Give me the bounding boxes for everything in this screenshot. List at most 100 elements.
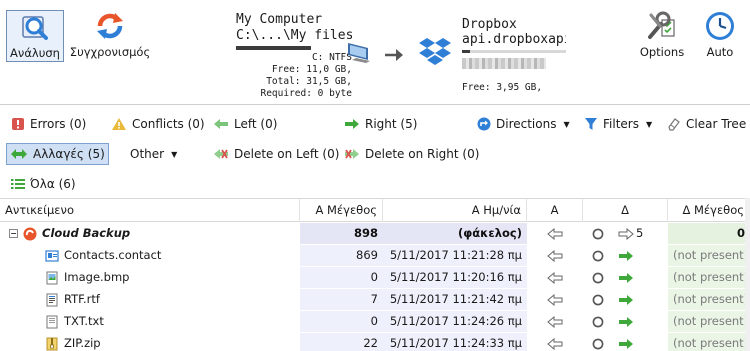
header-left-action[interactable]: Α [527,199,583,222]
file-name-cell: TXT.txt [0,311,300,332]
file-left-action[interactable] [527,311,583,332]
folder-size: 898 [300,223,383,244]
header-left-date[interactable]: Α Ημ/νία [383,199,527,222]
dropbox-icon [419,38,451,65]
error-icon [12,118,24,130]
directions-icon [477,117,491,131]
directions-dropdown[interactable]: Directions ▼ [474,113,573,135]
file-left-action[interactable] [527,267,583,288]
right-disk-usage-bar [462,50,566,53]
list-icon [11,179,25,189]
clear-tree-label: Clear Tree [686,117,747,131]
file-right-size: (not present) [668,267,750,288]
left-filter-label: Left (0) [234,117,278,131]
options-icon [648,11,675,39]
circle-icon [592,250,604,261]
right-filter[interactable]: Right (5) [341,113,420,135]
file-left-date: 5/11/2017 11:21:42 πμ [383,289,527,310]
arrow-left-green-icon [214,119,228,129]
arrow-left-outline-icon [547,227,563,240]
file-right-size: (not present) [668,245,750,266]
arrow-left-outline-icon [547,337,563,350]
warning-icon [112,118,126,130]
file-right-action[interactable] [613,333,668,351]
arrow-left-outline-icon [547,315,563,328]
file-skip-action[interactable] [583,267,613,288]
computer-icon [348,43,370,63]
file-right-action[interactable] [613,245,668,266]
file-right-action[interactable] [613,289,668,310]
other-dropdown[interactable]: Other ▼ [127,143,180,165]
delete-left-filter[interactable]: Delete on Left (0) [210,143,342,165]
file-skip-action[interactable] [583,333,613,351]
circle-icon [592,316,604,327]
rtf-file-icon [45,293,59,307]
arrow-left-outline-icon [547,271,563,284]
table-row[interactable]: TXT.txt 0 5/11/2017 11:24:26 πμ (not presen… [0,311,750,332]
file-skip-action[interactable] [583,289,613,310]
chevron-down-icon: ▼ [563,119,570,129]
file-left-action[interactable] [527,245,583,266]
folder-skip-action[interactable] [583,223,613,244]
options-button[interactable]: Options [636,10,688,59]
arrows-both-green-icon [11,149,27,159]
changes-filter[interactable]: Αλλαγές (5) [6,143,109,165]
toolbar-divider [0,104,750,105]
left-required: Required: 0 byte [260,88,352,99]
table-row[interactable]: ZIP.zip 22 5/11/2017 11:24:33 πμ (not prese… [0,333,750,351]
arrow-right-green-icon [619,294,633,305]
left-filter[interactable]: Left (0) [210,113,280,135]
file-skip-action[interactable] [583,245,613,266]
delete-right-filter[interactable]: Delete on Right (0) [341,143,482,165]
errors-filter[interactable]: Errors (0) [8,113,89,135]
left-endpoint-name[interactable]: My Computer [236,12,352,27]
folder-right-action[interactable]: 5 [613,223,668,244]
other-label: Other [130,147,165,161]
file-right-size: (not present) [668,289,750,310]
header-right-size[interactable]: Δ Μέγεθος [668,199,750,222]
sync-button[interactable]: Συγχρονισμός [70,10,150,59]
right-endpoint-path[interactable]: api.dropboxapi.c [462,32,566,47]
delete-left-icon [214,149,228,159]
auto-button[interactable]: Auto [700,10,740,59]
left-endpoint-stats: C: NTFS Free: 11,0 GB, Total: 31,5 GB, R… [236,52,352,100]
left-free: Free: 11,0 GB, [271,64,352,75]
vertical-scrollbar[interactable] [745,198,750,351]
left-endpoint-path[interactable]: C:\...\My files [236,28,352,43]
all-filter[interactable]: Όλα (6) [8,173,79,195]
header-right-action[interactable]: Δ [583,199,668,222]
file-left-action[interactable] [527,289,583,310]
left-fs: C: NTFS [311,52,352,63]
file-right-action[interactable] [613,311,668,332]
clock-icon [706,12,734,40]
file-left-size: 22 [300,333,383,351]
conflicts-filter[interactable]: Conflicts (0) [108,113,208,135]
table-row[interactable]: RTF.rtf 7 5/11/2017 11:21:42 πμ (not presen… [0,289,750,310]
filter-bar-secondary: Αλλαγές (5) Other ▼ Delete on Left (0) D… [0,140,750,168]
folder-left-action[interactable] [527,223,583,244]
file-name: TXT.txt [64,314,104,328]
arrow-left-outline-icon [547,293,563,306]
right-endpoint-name[interactable]: Dropbox [462,17,566,32]
right-endpoint-stats: Free: 3,95 GB, [462,82,542,94]
clear-tree-button[interactable]: Clear Tree [664,113,749,135]
filters-dropdown[interactable]: Filters ▼ [581,113,655,135]
left-disk-usage-bar [236,46,352,50]
comparison-table: Αντικείμενο Α Μέγεθος Α Ημ/νία Α Δ Δ Μέγ… [0,198,750,351]
folder-date: (φάκελος) [383,223,527,244]
conflicts-filter-label: Conflicts (0) [132,117,205,131]
file-name-cell: Image.bmp [0,267,300,288]
table-row[interactable]: Image.bmp 0 5/11/2017 11:20:16 πμ (not pres… [0,267,750,288]
analyze-button[interactable]: Ανάλυση [6,10,64,62]
header-name[interactable]: Αντικείμενο [0,199,300,222]
folder-change-count: 5 [636,226,644,240]
table-row-folder[interactable]: − Cloud Backup 898 (φάκελος) 5 0 [0,223,750,244]
file-skip-action[interactable] [583,311,613,332]
collapse-toggle-icon[interactable]: − [9,229,18,238]
table-row[interactable]: Contacts.contact 869 5/11/2017 11:21:28 πμ… [0,245,750,266]
header-left-size[interactable]: Α Μέγεθος [300,199,383,222]
file-left-action[interactable] [527,333,583,351]
file-left-date: 5/11/2017 11:20:16 πμ [383,267,527,288]
toolbar: Ανάλυση Συγχρονισμός My Computer C:\...\… [0,0,750,104]
file-right-action[interactable] [613,267,668,288]
